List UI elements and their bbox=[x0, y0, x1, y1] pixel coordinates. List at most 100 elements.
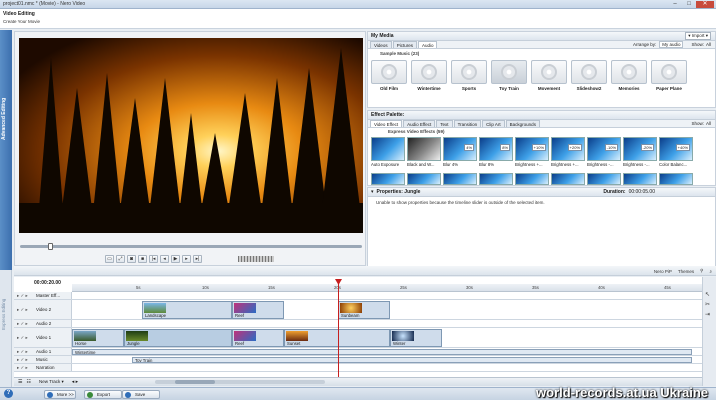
new-track-button[interactable]: New Track ▾ bbox=[39, 379, 64, 385]
arrange-select[interactable]: My audio bbox=[659, 41, 684, 48]
effect-item[interactable] bbox=[587, 173, 621, 185]
list-view-icon[interactable]: ☰ bbox=[18, 379, 22, 385]
forward-icon[interactable]: ▸ bbox=[182, 255, 191, 263]
effect-item[interactable] bbox=[443, 173, 477, 185]
fullscreen-icon[interactable]: ⤢ bbox=[116, 255, 125, 263]
next-frame-icon[interactable]: ▸| bbox=[193, 255, 202, 263]
tab-text[interactable]: Text bbox=[436, 120, 453, 127]
effect-item-blur-4[interactable]: 4% bbox=[443, 137, 477, 161]
clip-wintertime[interactable]: Wintertime bbox=[72, 349, 692, 355]
trim-icon[interactable]: ⇥ bbox=[705, 311, 714, 318]
select-icon[interactable]: ↖ bbox=[705, 291, 714, 298]
effect-thumbnails-row2 bbox=[371, 173, 695, 185]
jog-shuttle[interactable] bbox=[238, 256, 274, 262]
track-header[interactable]: ▸ ✓ ▸ Master Eff... bbox=[14, 292, 72, 299]
effect-label: Brightness -... bbox=[587, 162, 614, 167]
advanced-editing-tab[interactable]: Advanced Editing bbox=[0, 30, 12, 270]
effect-item-brightness-minus-10[interactable]: -10% bbox=[587, 137, 621, 161]
track-header[interactable]: ▸ ✓ ▸ Video 2 bbox=[14, 300, 72, 319]
themes-button[interactable]: Themes bbox=[678, 269, 694, 274]
stop-icon[interactable]: ■ bbox=[138, 255, 147, 263]
play-icon[interactable]: ▶ bbox=[171, 255, 180, 263]
collapse-icon[interactable]: ▾ bbox=[371, 189, 374, 195]
more-button[interactable]: More >> bbox=[44, 390, 76, 399]
rewind-icon[interactable]: ◂ bbox=[160, 255, 169, 263]
clip-jungle[interactable]: Jungle bbox=[124, 329, 232, 347]
effect-item-color-balance[interactable]: +40% bbox=[659, 137, 693, 161]
media-item-paper-plane[interactable] bbox=[651, 60, 687, 84]
effect-thumbnails: 4% 8% +10% +20% -10% -20% +40% bbox=[371, 137, 695, 161]
effect-item-blur-8[interactable]: 8% bbox=[479, 137, 513, 161]
media-item-memories[interactable] bbox=[611, 60, 647, 84]
effect-item-brightness-plus-20[interactable]: +20% bbox=[551, 137, 585, 161]
nero-pip-button[interactable]: Nero PiP bbox=[654, 269, 672, 274]
effect-badge: -10% bbox=[604, 144, 618, 151]
scrubber-handle[interactable] bbox=[48, 243, 53, 250]
track-view-icon[interactable]: ☷ bbox=[26, 379, 30, 385]
clip-sunset[interactable]: Sunset bbox=[284, 329, 390, 347]
track-header[interactable]: ▸ ✓ ▸ Narration bbox=[14, 364, 72, 371]
effect-item[interactable] bbox=[551, 173, 585, 185]
clip-sunbeam[interactable]: Sunbeam bbox=[338, 301, 390, 319]
effect-item[interactable] bbox=[371, 173, 405, 185]
page-header: Video Editing Create Your Movie bbox=[0, 9, 716, 29]
scrollbar-thumb[interactable] bbox=[175, 380, 215, 384]
tab-clip-art[interactable]: Clip Art bbox=[482, 120, 505, 127]
clip-landscape[interactable]: Landscape bbox=[142, 301, 232, 319]
effect-item-brightness-plus-10[interactable]: +10% bbox=[515, 137, 549, 161]
track-header[interactable]: ▸ ✓ ▸ Video 1 bbox=[14, 328, 72, 347]
express-editing-tab[interactable]: Express Editing bbox=[0, 270, 12, 390]
media-item-slideshow2[interactable] bbox=[571, 60, 607, 84]
effect-item[interactable] bbox=[515, 173, 549, 185]
monitor-icon[interactable]: ▭ bbox=[105, 255, 114, 263]
effect-item-black-white[interactable] bbox=[407, 137, 441, 161]
tab-audio-effect[interactable]: Audio Effect bbox=[403, 120, 436, 127]
preview-scrubber[interactable] bbox=[20, 245, 362, 248]
media-item-wintertime[interactable] bbox=[411, 60, 447, 84]
import-button[interactable]: ▾ Import ▾ bbox=[685, 32, 711, 40]
media-item-old-film[interactable] bbox=[371, 60, 407, 84]
timeline-ruler[interactable]: 5s 10s 15s 20s 25s 30s 35s 40s 45s bbox=[72, 284, 702, 292]
effect-item[interactable] bbox=[407, 173, 441, 185]
clip-toy-train[interactable]: Toy Train bbox=[132, 357, 692, 363]
media-item-sports[interactable] bbox=[451, 60, 487, 84]
tab-transition[interactable]: Transition bbox=[453, 120, 482, 127]
help-icon[interactable]: ? bbox=[4, 389, 13, 398]
razor-icon[interactable]: ✂ bbox=[705, 301, 714, 308]
effect-item[interactable] bbox=[659, 173, 693, 185]
show-select[interactable]: All bbox=[706, 42, 711, 47]
timeline-scrollbar[interactable] bbox=[155, 380, 325, 384]
track-header[interactable]: ▸ ✓ ▸ Music bbox=[14, 356, 72, 363]
clip-horse[interactable]: Horse bbox=[72, 329, 124, 347]
save-button[interactable]: Save bbox=[122, 390, 160, 399]
tab-pictures[interactable]: Pictures bbox=[392, 41, 417, 48]
media-item-movement[interactable] bbox=[531, 60, 567, 84]
clip-winter[interactable]: Winter bbox=[390, 329, 442, 347]
zoom-icon[interactable]: ⌕ bbox=[709, 269, 712, 274]
maximize-button[interactable]: □ bbox=[682, 1, 696, 8]
clip-reef-v1[interactable]: Reef bbox=[232, 329, 284, 347]
snap-icon[interactable]: ⚲ bbox=[700, 268, 703, 274]
tab-backgrounds[interactable]: Backgrounds bbox=[505, 120, 540, 127]
tab-video-effect[interactable]: Video Effect bbox=[370, 120, 403, 127]
minimize-button[interactable]: – bbox=[668, 1, 682, 8]
tab-videos[interactable]: Videos bbox=[370, 41, 392, 48]
effect-item-brightness-minus-20[interactable]: -20% bbox=[623, 137, 657, 161]
snapshot-icon[interactable]: ◙ bbox=[127, 255, 136, 263]
media-item-toy-train[interactable] bbox=[491, 60, 527, 84]
playhead-line[interactable] bbox=[338, 281, 339, 377]
effect-item[interactable] bbox=[623, 173, 657, 185]
previous-frame-icon[interactable]: |◂ bbox=[149, 255, 158, 263]
track-header[interactable]: ▸ ✓ ▸ Audio 2 bbox=[14, 320, 72, 327]
tab-audio[interactable]: Audio bbox=[417, 41, 438, 48]
close-button[interactable]: ✕ bbox=[696, 0, 714, 8]
track-header[interactable]: ▸ ✓ ▸ Audio 1 bbox=[14, 348, 72, 355]
effect-item-auto-exposure[interactable] bbox=[371, 137, 405, 161]
export-button[interactable]: Export bbox=[84, 390, 122, 399]
effect-item[interactable] bbox=[479, 173, 513, 185]
clip-reef[interactable]: Reef bbox=[232, 301, 284, 319]
effect-show-select[interactable]: All bbox=[706, 121, 711, 126]
track-icons: ▸ ✓ ▸ bbox=[17, 306, 28, 312]
zoom-out-icon[interactable]: ◂ ▸ bbox=[72, 379, 78, 385]
effect-tabs: Video Effect Audio Effect Text Transitio… bbox=[368, 120, 715, 128]
